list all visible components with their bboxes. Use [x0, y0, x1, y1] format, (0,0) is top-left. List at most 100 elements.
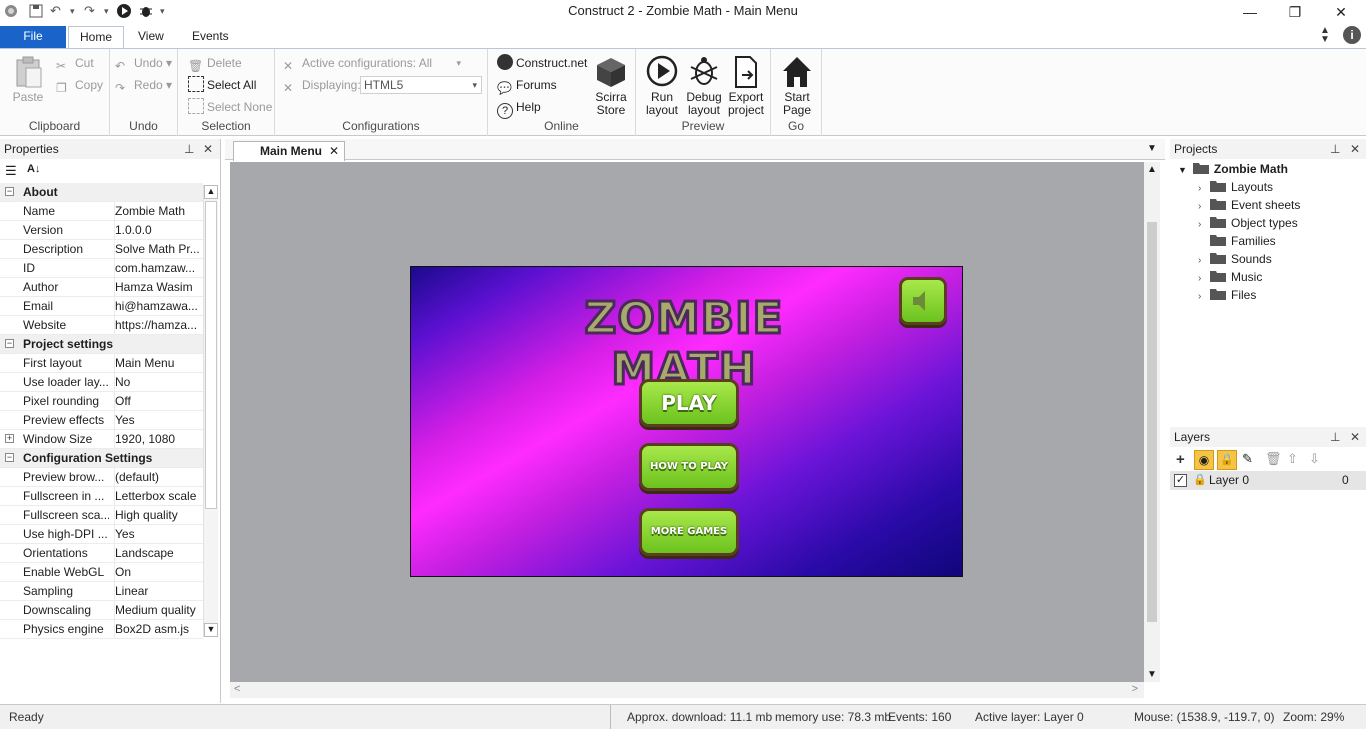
property-row[interactable]: Email hi@hamzawa...: [0, 297, 203, 316]
forums-link[interactable]: 💬 Forums: [497, 75, 557, 95]
debug-layout-button[interactable]: Debug layout: [682, 55, 726, 117]
play-button[interactable]: PLAY: [639, 379, 739, 427]
collapse-icon[interactable]: −: [5, 187, 14, 196]
trash-icon[interactable]: 🗑: [1265, 451, 1282, 467]
property-value[interactable]: com.hamzaw...: [114, 259, 202, 278]
property-category[interactable]: − Configuration Settings: [0, 449, 203, 468]
property-value[interactable]: Zombie Math: [114, 202, 202, 221]
start-page-button[interactable]: Start Page: [776, 55, 818, 117]
pin-icon[interactable]: ⊥: [184, 139, 194, 159]
property-row[interactable]: Preview effects Yes: [0, 411, 203, 430]
property-value[interactable]: 1920, 1080: [114, 430, 202, 449]
sound-toggle-button[interactable]: [899, 277, 947, 325]
property-row[interactable]: Pixel rounding Off: [0, 392, 203, 411]
more-games-button[interactable]: MORE GAMES: [639, 508, 739, 556]
arrow-up-icon[interactable]: ⇧: [1287, 451, 1298, 467]
lock-icon[interactable]: 🔒: [1193, 471, 1207, 490]
arrow-down-icon[interactable]: ⇩: [1309, 451, 1320, 467]
pin-icon[interactable]: ⊥: [1330, 427, 1340, 447]
info-icon[interactable]: i: [1343, 26, 1361, 44]
paste-button[interactable]: Paste: [8, 55, 48, 104]
property-value[interactable]: Medium quality: [114, 601, 202, 620]
tab-file[interactable]: File: [0, 26, 66, 48]
cut-button[interactable]: ✂ Cut: [56, 53, 94, 73]
property-value[interactable]: Yes: [114, 411, 202, 430]
close-icon[interactable]: ✕: [1350, 139, 1360, 159]
property-row[interactable]: Downscaling Medium quality: [0, 601, 203, 620]
layer-visible-checkbox[interactable]: ✓: [1174, 474, 1187, 487]
pin-icon[interactable]: ⊥: [1330, 139, 1340, 159]
property-row[interactable]: + Window Size 1920, 1080: [0, 430, 203, 449]
undo-button[interactable]: ↶ Undo ▾: [115, 53, 172, 73]
property-value[interactable]: High quality: [114, 506, 202, 525]
restore-button[interactable]: ❐: [1272, 4, 1318, 24]
minimize-button[interactable]: —: [1227, 4, 1273, 24]
project-folder-node[interactable]: › Event sheets: [1198, 196, 1300, 214]
collapse-icon[interactable]: −: [5, 339, 14, 348]
select-all-button[interactable]: Select All: [188, 75, 256, 95]
help-link[interactable]: ? Help: [497, 97, 541, 119]
vertical-scrollbar[interactable]: ▲ ▼: [1144, 162, 1160, 682]
scroll-thumb[interactable]: [1147, 222, 1157, 622]
edit-icon[interactable]: ✎: [1242, 451, 1253, 467]
ribbon-updown-icon[interactable]: ▲ ▼: [1320, 26, 1330, 45]
property-row[interactable]: Use loader lay... No: [0, 373, 203, 392]
layer-row[interactable]: ✓ 🔒 Layer 0 0: [1170, 471, 1366, 490]
horizontal-scrollbar[interactable]: < >: [230, 682, 1144, 698]
property-category[interactable]: − About: [0, 183, 203, 202]
close-tab-icon[interactable]: ✕: [329, 142, 339, 160]
project-folder-node[interactable]: › Music: [1198, 268, 1262, 286]
tab-home[interactable]: Home: [68, 26, 124, 49]
game-layout-preview[interactable]: ZOMBIE MATH PLAY HOW TO PLAY MORE GAMES: [410, 266, 963, 577]
property-row[interactable]: Sampling Linear: [0, 582, 203, 601]
property-row[interactable]: ID com.hamzaw...: [0, 259, 203, 278]
eye-icon[interactable]: ◉: [1194, 450, 1214, 470]
run-layout-button[interactable]: Run layout: [640, 55, 684, 117]
redo-button[interactable]: ↷ Redo ▾: [115, 75, 172, 95]
property-row[interactable]: Name Zombie Math: [0, 202, 203, 221]
add-layer-icon[interactable]: +: [1176, 451, 1185, 468]
export-project-button[interactable]: Export project: [724, 55, 768, 117]
property-row[interactable]: Preview brow... (default): [0, 468, 203, 487]
active-configurations-dropdown[interactable]: ✕ Active configurations: All ▾: [283, 53, 473, 73]
property-row[interactable]: Website https://hamza...: [0, 316, 203, 335]
property-value[interactable]: Landscape: [114, 544, 202, 563]
property-row[interactable]: Physics engine Box2D asm.js: [0, 620, 203, 639]
tab-main-menu[interactable]: Main Menu ✕: [233, 141, 345, 161]
property-value[interactable]: https://hamza...: [114, 316, 202, 335]
tab-view[interactable]: View: [126, 26, 176, 48]
close-icon[interactable]: ✕: [203, 139, 213, 159]
chevron-right-icon[interactable]: ›: [1198, 288, 1210, 306]
property-value[interactable]: hi@hamzawa...: [114, 297, 202, 316]
tab-events[interactable]: Events: [180, 26, 241, 48]
property-row[interactable]: Version 1.0.0.0: [0, 221, 203, 240]
close-icon[interactable]: ✕: [1350, 427, 1360, 447]
categorized-view-icon[interactable]: ☰: [5, 163, 17, 179]
property-value[interactable]: Off: [114, 392, 202, 411]
displaying-select[interactable]: HTML5 ▾: [360, 76, 482, 94]
project-folder-node[interactable]: › Sounds: [1198, 250, 1272, 268]
property-row[interactable]: Orientations Landscape: [0, 544, 203, 563]
close-button[interactable]: ✕: [1318, 4, 1364, 24]
property-value[interactable]: On: [114, 563, 202, 582]
property-row[interactable]: First layout Main Menu: [0, 354, 203, 373]
property-scrollbar[interactable]: ▲ ▼: [203, 185, 218, 637]
expand-icon[interactable]: +: [5, 434, 14, 443]
property-value[interactable]: Letterbox scale: [114, 487, 202, 506]
property-value[interactable]: Hamza Wasim: [114, 278, 202, 297]
property-value[interactable]: Yes: [114, 525, 202, 544]
property-value[interactable]: No: [114, 373, 202, 392]
property-row[interactable]: Fullscreen in ... Letterbox scale: [0, 487, 203, 506]
select-none-button[interactable]: Select None: [188, 97, 272, 117]
property-row[interactable]: Enable WebGL On: [0, 563, 203, 582]
property-value[interactable]: Main Menu: [114, 354, 202, 373]
project-folder-node[interactable]: › Layouts: [1198, 178, 1273, 196]
property-value[interactable]: (default): [114, 468, 202, 487]
how-to-play-button[interactable]: HOW TO PLAY: [639, 443, 739, 491]
property-value[interactable]: Solve Math Pr...: [114, 240, 202, 259]
project-folder-node[interactable]: › Object types: [1198, 214, 1298, 232]
construct-net-link[interactable]: Construct.net: [497, 53, 587, 73]
property-row[interactable]: Fullscreen sca... High quality: [0, 506, 203, 525]
property-row[interactable]: Use high-DPI ... Yes: [0, 525, 203, 544]
property-row[interactable]: Author Hamza Wasim: [0, 278, 203, 297]
